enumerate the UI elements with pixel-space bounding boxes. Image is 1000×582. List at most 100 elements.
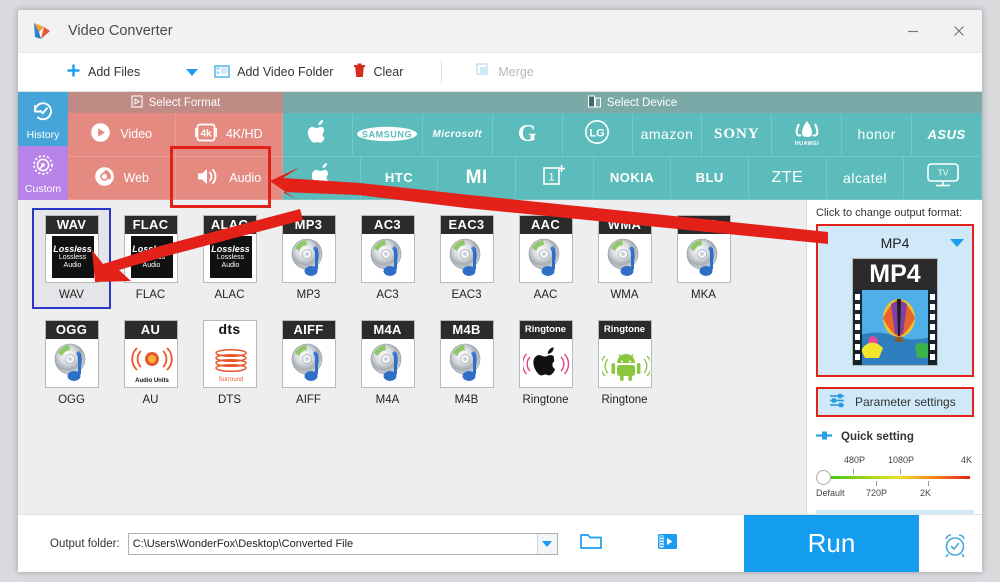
device-tile-xiaomi[interactable]: MI xyxy=(438,156,517,200)
device-tile-huawei[interactable]: HUAWEI xyxy=(772,113,843,157)
format-thumbnail-body xyxy=(678,234,730,282)
format-tile-audio[interactable]: Audio xyxy=(175,156,283,200)
device-tile-nokia[interactable]: NOKIA xyxy=(593,156,672,200)
add-files-dropdown-button[interactable] xyxy=(180,53,204,91)
lg-logo-icon: LG xyxy=(584,119,610,150)
device-tile-row-2: HTC MI 1 NOKIA BLU ZTE alcatel TV xyxy=(283,156,983,200)
device-tile-oneplus[interactable]: 1 xyxy=(516,156,594,200)
format-badge: AU xyxy=(124,321,177,339)
bottom-bar: Output folder: C:\Users\WonderFox\Deskto… xyxy=(18,514,982,572)
device-tile-microsoft[interactable]: Microsoft xyxy=(422,113,493,157)
device-tile-samsung[interactable]: SAMSUNG xyxy=(352,113,423,157)
clear-button[interactable]: Clear xyxy=(343,53,413,91)
device-tile-lg[interactable]: LG xyxy=(562,113,633,157)
format-item-flac-1[interactable]: FLAC Lossless Lossless Audio FLAC xyxy=(111,208,190,309)
output-format-box[interactable]: MP4 MP4 xyxy=(816,224,974,377)
chevron-down-icon[interactable] xyxy=(950,239,964,247)
format-tile-video-label: Video xyxy=(120,127,153,142)
run-label: Run xyxy=(807,528,856,558)
add-video-folder-button[interactable]: Add Video Folder xyxy=(204,53,343,91)
svg-text:TV: TV xyxy=(937,168,948,178)
run-button[interactable]: Run xyxy=(744,515,919,572)
format-thumbnail: Ringtone xyxy=(597,320,652,388)
format-thumbnail-body: Surround xyxy=(204,339,256,387)
format-item-aiff-12[interactable]: AIFF AIFF xyxy=(269,313,348,414)
device-tile-google[interactable]: G xyxy=(492,113,563,157)
format-tile-video[interactable]: Video xyxy=(68,113,176,157)
format-thumbnail: AU Audio Units xyxy=(123,320,178,388)
parameter-settings-label: Parameter settings xyxy=(855,395,956,409)
device-tile-sony[interactable]: SONY xyxy=(702,113,773,157)
close-button[interactable] xyxy=(936,10,982,52)
open-output-button[interactable] xyxy=(657,532,678,556)
browse-folder-button[interactable] xyxy=(579,532,602,555)
minimize-button[interactable] xyxy=(890,10,936,52)
parameter-settings-button[interactable]: Parameter settings xyxy=(816,387,974,417)
device-tile-zte[interactable]: ZTE xyxy=(749,156,827,200)
device-tile-blu-label: BLU xyxy=(695,170,724,186)
format-badge: M4B xyxy=(440,321,493,339)
format-item-aac-6[interactable]: AAC AAC xyxy=(506,208,585,309)
format-item-m4a-13[interactable]: M4A M4A xyxy=(348,313,427,414)
output-folder-input[interactable]: C:\Users\WonderFox\Desktop\Converted Fil… xyxy=(127,532,558,555)
format-item-dts-11[interactable]: dts Surround DTS xyxy=(190,313,269,414)
format-item-alac-2[interactable]: ALAC Lossless Lossless Audio ALAC xyxy=(190,208,269,309)
format-item-m4b-14[interactable]: M4B M4B xyxy=(427,313,506,414)
merge-button[interactable]: Merge xyxy=(466,53,543,91)
lossless-sub-text: Lossless Audio xyxy=(216,254,245,269)
output-format-thumbnail: MP4 xyxy=(852,258,938,366)
device-tile-htc[interactable]: HTC xyxy=(360,156,439,200)
format-tile-4khd-label: 4K/HD xyxy=(225,127,263,142)
add-video-folder-label: Add Video Folder xyxy=(237,65,334,79)
format-tile-row-1: Video 4k 4K/HD xyxy=(68,113,283,157)
svg-text:HUAWEI: HUAWEI xyxy=(795,141,819,147)
svg-text:Surround: Surround xyxy=(218,377,243,383)
sidebar-item-history[interactable]: History xyxy=(18,92,68,146)
app-window: Video Converter Add Files Add Video Fold… xyxy=(18,10,983,572)
device-tile-honor[interactable]: honor xyxy=(842,113,913,157)
alarm-clock-button[interactable] xyxy=(939,529,971,561)
format-thumbnail: WMA xyxy=(597,215,652,283)
format-item-ogg-9[interactable]: OGG OGG xyxy=(32,313,111,414)
device-tile-blu[interactable]: BLU xyxy=(671,156,750,200)
quality-slider[interactable]: 480P 1080P 4K Default 720P 2K xyxy=(816,455,974,501)
format-tile-web[interactable]: Web xyxy=(68,156,176,200)
format-item-ringtone-16[interactable]: Ringtone Ringtone xyxy=(585,313,664,414)
format-item-wma-7[interactable]: WMA WMA xyxy=(585,208,664,309)
format-item-label: AIFF xyxy=(296,394,321,406)
output-folder-dropdown[interactable] xyxy=(536,533,557,554)
format-item-mp3-3[interactable]: MP3 MP3 xyxy=(269,208,348,309)
format-item-wav-0[interactable]: WAV Lossless Lossless Audio WAV xyxy=(32,208,111,309)
device-tile-apple-2[interactable] xyxy=(283,156,361,200)
format-item-label: MKA xyxy=(691,289,716,301)
device-tile-alcatel[interactable]: alcatel xyxy=(826,156,905,200)
format-thumbnail-body: Audio Units xyxy=(125,339,177,387)
device-tile-amazon[interactable]: amazon xyxy=(632,113,703,157)
select-device-label: Select Device xyxy=(606,96,678,109)
svg-text:LG: LG xyxy=(589,127,604,139)
svg-text:4k: 4k xyxy=(200,129,212,140)
lossless-sub-text: Lossless Audio xyxy=(137,254,166,269)
apple-icon xyxy=(311,163,331,192)
chevron-down-icon xyxy=(186,68,199,76)
format-item-ac3-4[interactable]: AC3 AC3 xyxy=(348,208,427,309)
device-tile-apple[interactable] xyxy=(283,113,353,157)
format-item-eac3-5[interactable]: EAC3 EAC3 xyxy=(427,208,506,309)
format-item-au-10[interactable]: AU Audio Units AU xyxy=(111,313,190,414)
format-tile-4khd[interactable]: 4k 4K/HD xyxy=(175,113,283,157)
format-item-ringtone-15[interactable]: Ringtone Ringtone xyxy=(506,313,585,414)
slider-knob[interactable] xyxy=(816,470,831,485)
device-tile-asus[interactable]: ASUS xyxy=(912,113,983,157)
device-tile-sony-label: SONY xyxy=(714,125,760,142)
device-tile-honor-label: honor xyxy=(857,126,896,143)
slider-tick-1080p xyxy=(900,469,901,474)
format-item-mka-8[interactable]: MKA MKA xyxy=(664,208,743,309)
huawei-logo-icon: HUAWEI xyxy=(786,117,828,152)
device-tile-htc-label: HTC xyxy=(384,170,414,186)
right-settings-panel: Click to change output format: MP4 MP4 P… xyxy=(807,200,982,571)
format-thumbnail: M4A xyxy=(360,320,415,388)
device-tile-tv[interactable]: TV xyxy=(904,156,983,200)
add-files-button[interactable]: Add Files xyxy=(56,53,150,91)
sidebar-item-custom[interactable]: Custom xyxy=(18,146,68,200)
chrome-icon xyxy=(94,166,115,190)
